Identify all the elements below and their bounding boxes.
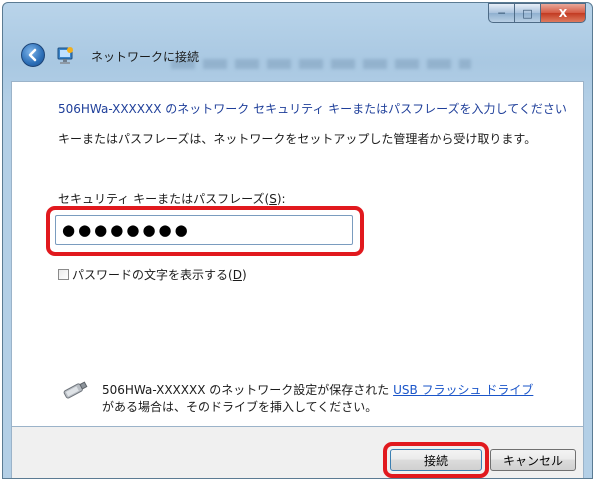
- maximize-button[interactable]: □: [514, 3, 540, 23]
- blurred-background: [171, 59, 471, 69]
- usb-hint: 506HWa-XXXXXX のネットワーク設定が保存された USB フラッシュ …: [102, 383, 534, 414]
- show-characters-label: パスワードの文字を表示する(D): [72, 268, 247, 282]
- usb-drive-icon: [60, 378, 90, 402]
- connect-button[interactable]: 接続: [390, 449, 482, 471]
- description-text: キーまたはパスフレーズは、ネットワークをセットアップした管理者から受け取ります。: [58, 132, 537, 146]
- usb-flash-drive-link[interactable]: USB フラッシュ ドライブ: [393, 383, 533, 397]
- passphrase-label: セキュリティ キーまたはパスフレーズ(S):: [58, 192, 286, 206]
- title-bar: ネットワークに接続: [3, 31, 592, 81]
- minimize-button[interactable]: ─: [488, 3, 514, 23]
- show-characters-option[interactable]: パスワードの文字を表示する(D): [58, 266, 247, 283]
- passphrase-input[interactable]: [55, 215, 353, 245]
- content-panel: 506HWa-XXXXXX のネットワーク セキュリティ キーまたはパスフレーズ…: [11, 81, 584, 427]
- caption-buttons: ─ □ X: [488, 3, 586, 23]
- button-bar: 接続 キャンセル: [11, 427, 584, 478]
- network-wizard-icon: [55, 45, 75, 65]
- dialog-heading: 506HWa-XXXXXX のネットワーク セキュリティ キーまたはパスフレーズ…: [58, 102, 567, 116]
- close-button[interactable]: X: [540, 3, 586, 23]
- show-characters-checkbox[interactable]: [58, 269, 69, 280]
- window-title: ネットワークに接続: [91, 50, 200, 64]
- back-arrow-icon[interactable]: [21, 43, 45, 67]
- cancel-button[interactable]: キャンセル: [490, 449, 576, 471]
- dialog-window: ─ □ X ネットワークに接続 506HWa-XXXXXX のネットワーク セキ…: [2, 2, 593, 479]
